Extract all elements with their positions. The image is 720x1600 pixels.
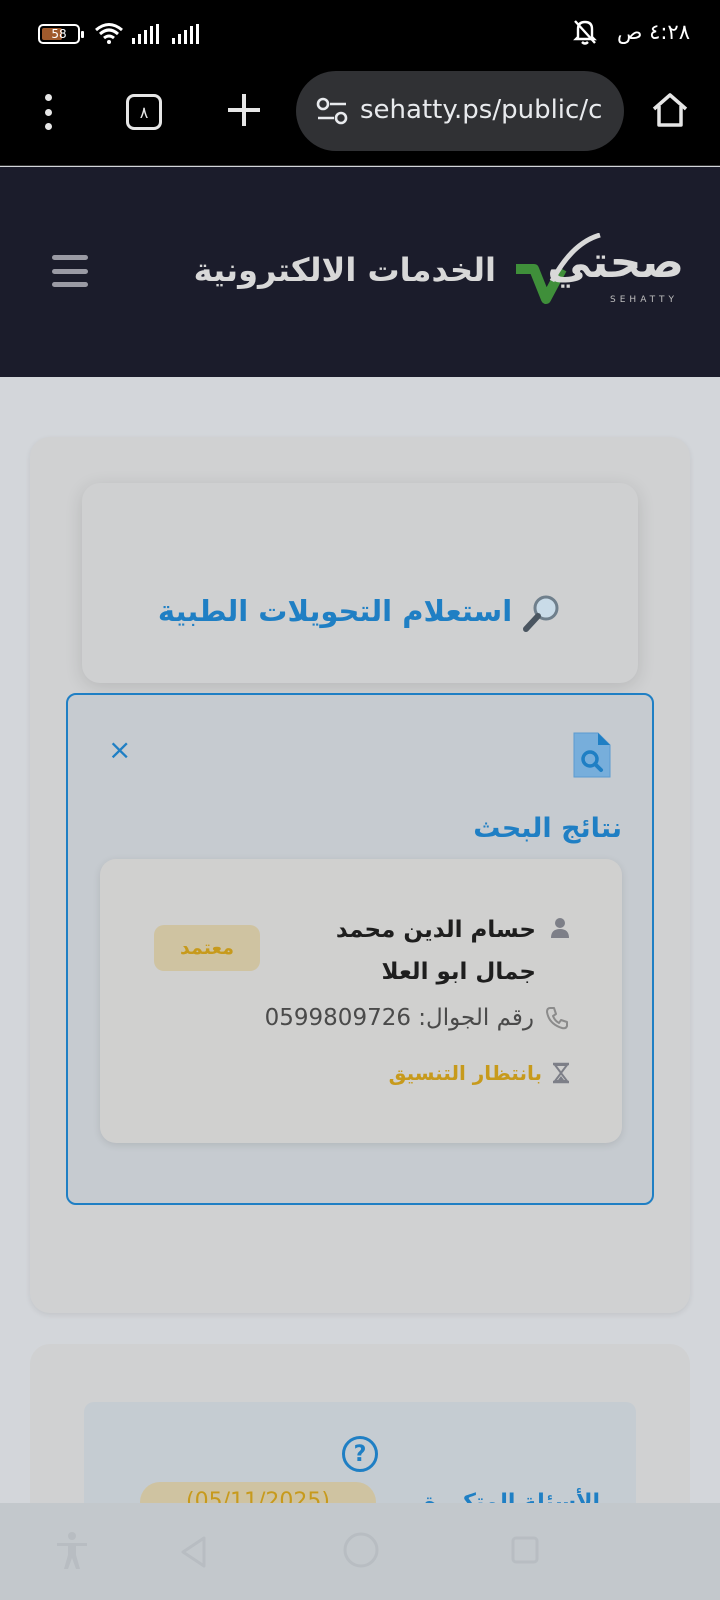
recents-icon[interactable]	[510, 1535, 540, 1565]
search-results-panel: × نتائج البحث حسام الدين محمد جمال ابو ا…	[66, 693, 654, 1205]
wifi-icon	[95, 23, 123, 44]
inquiry-header-box: استعلام التحويلات الطبية	[82, 483, 638, 683]
address-bar[interactable]: sehatty.ps/public/c	[296, 71, 624, 151]
new-tab-plus-icon[interactable]	[224, 90, 264, 130]
silent-icon	[573, 20, 597, 45]
hamburger-menu-icon[interactable]	[52, 255, 88, 287]
browser-toolbar: ٨ sehatty.ps/public/c	[0, 68, 720, 166]
status-text: بانتظار التنسيق	[388, 1061, 542, 1085]
battery-level: 58	[51, 27, 67, 41]
home-icon[interactable]	[650, 90, 690, 130]
patient-name: حسام الدين محمد جمال ابو العلا	[335, 917, 536, 985]
question-circle-icon: ?	[342, 1436, 378, 1472]
signal-icon	[132, 24, 159, 44]
home-circle-icon[interactable]	[342, 1531, 380, 1569]
site-header: صحتي SEHATTY الخدمات الالكترونية	[0, 167, 720, 377]
phone-icon	[546, 1007, 568, 1030]
page-title: الخدمات الالكترونية	[193, 251, 496, 289]
logo-text-ar: صحتي	[547, 237, 684, 288]
system-nav-bar	[0, 1503, 720, 1600]
results-title: نتائج البحث	[473, 813, 622, 844]
main-card: استعلام التحويلات الطبية × نتائج البحث ح…	[30, 437, 690, 1313]
inquiry-title-text: استعلام التحويلات الطبية	[157, 594, 513, 628]
hourglass-icon	[553, 1062, 569, 1084]
battery-icon: 58	[38, 24, 84, 44]
document-search-icon	[573, 732, 611, 778]
back-icon[interactable]	[178, 1535, 208, 1569]
status-badge: معتمد	[154, 925, 260, 971]
magnifier-icon	[523, 595, 559, 632]
result-card[interactable]: حسام الدين محمد جمال ابو العلا معتمد رقم…	[100, 859, 622, 1143]
inquiry-title: استعلام التحويلات الطبية	[82, 593, 638, 633]
phone-row: رقم الجوال: 0599809726	[265, 1005, 570, 1031]
accessibility-icon[interactable]	[54, 1531, 90, 1571]
tab-count: ٨	[139, 102, 149, 122]
status-bar: 58 ٤:٢٨ ص	[0, 0, 720, 68]
coordination-status: بانتظار التنسيق	[389, 1061, 570, 1085]
phone-text: رقم الجوال: 0599809726	[264, 1005, 534, 1031]
logo-text-en: SEHATTY	[610, 295, 678, 305]
url-text[interactable]: sehatty.ps/public/c	[360, 95, 612, 125]
signal-icon	[172, 24, 199, 44]
tabs-button[interactable]: ٨	[126, 94, 162, 130]
close-icon[interactable]: ×	[108, 733, 131, 766]
site-settings-icon[interactable]	[316, 97, 348, 125]
clock: ٤:٢٨ ص	[617, 20, 690, 44]
menu-dots-icon[interactable]	[44, 94, 52, 130]
sehatty-logo[interactable]: صحتي SEHATTY	[512, 233, 684, 313]
